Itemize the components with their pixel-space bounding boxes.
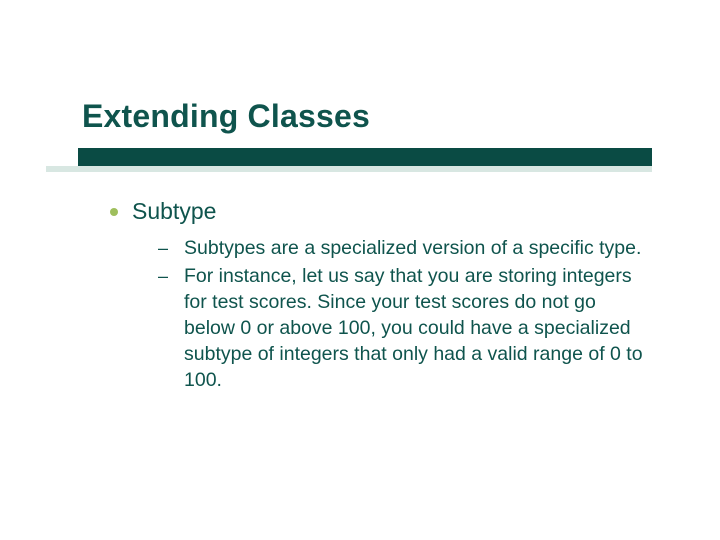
title-underline-light-left [46, 166, 86, 172]
slide: Extending Classes Subtype – Subtypes are… [0, 0, 720, 540]
list-item: – For instance, let us say that you are … [158, 263, 650, 393]
slide-title: Extending Classes [82, 98, 642, 135]
title-underline-light-right [86, 166, 652, 172]
disc-bullet-icon [110, 208, 118, 216]
sublist: – Subtypes are a specialized version of … [158, 235, 650, 393]
list-item: Subtype [110, 198, 650, 225]
level2-text: For instance, let us say that you are st… [184, 263, 650, 393]
title-underline-dark [78, 148, 652, 166]
dash-bullet-icon: – [158, 235, 176, 261]
dash-bullet-icon: – [158, 263, 176, 289]
content-area: Subtype – Subtypes are a specialized ver… [110, 198, 650, 395]
list-item: – Subtypes are a specialized version of … [158, 235, 650, 261]
level1-label: Subtype [132, 198, 216, 225]
title-wrap: Extending Classes [82, 98, 642, 135]
level2-text: Subtypes are a specialized version of a … [184, 235, 641, 261]
